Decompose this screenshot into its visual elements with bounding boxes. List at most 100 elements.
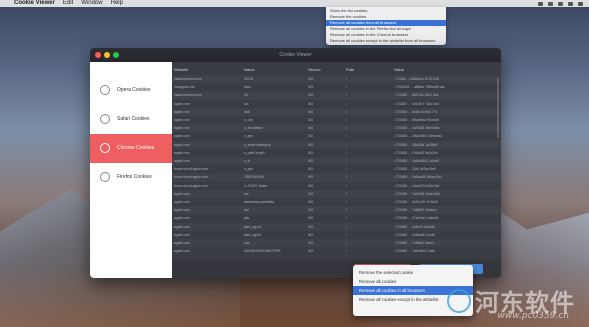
cell-value: =72345... c346ba1c 87321c5f xyxy=(394,77,439,81)
cell-secure: NO xyxy=(308,159,314,163)
column-header-secure[interactable]: Secure xyxy=(308,64,321,75)
table-row[interactable]: apple.com s_cvp NO / =723450 ... 0f8ae8da f9… xyxy=(172,116,501,124)
table-row[interactable]: forum.cloud.apple.com X-JCAPI-Token NO / =72… xyxy=(172,182,501,190)
column-header-name[interactable]: Name xyxy=(244,64,255,75)
table-row[interactable]: apple.com s_pathLength NO / =723450 ... f7a6… xyxy=(172,149,501,157)
table-row[interactable]: apple.com s_searchcategory NO / =723450 ... … xyxy=(172,141,501,149)
cell-path: / xyxy=(346,109,347,114)
table-body: stackoverflow.com GCLB NO / =72345... c346ba… xyxy=(172,75,501,253)
cell-name: s_searchcategory xyxy=(244,142,271,147)
cell-secure: NO xyxy=(308,142,314,147)
cell-value: =723450 ... f7a6d43 5a2c2a1 xyxy=(394,150,439,155)
table-row[interactable]: stackoverflow.com GCLB NO / =72345... c346ba… xyxy=(172,75,501,83)
table-row[interactable]: forum.cloud.apple.com JSESSIONID NO / =72345… xyxy=(172,173,501,181)
cell-value: =723457 ... b4a 8b7 7a2c ba1 xyxy=(394,101,440,106)
menu-window[interactable]: Window xyxy=(81,0,102,7)
cell-secure: NO xyxy=(308,216,314,221)
table-row[interactable]: apple.com piis NO / =723450 ... b7aef1a1 1a6… xyxy=(172,214,501,222)
cell-value: =723450 ... 2c6e19 5a1c8d xyxy=(394,224,436,229)
table-row[interactable]: apple.com NAVSESSIONIDSTORE NO / =723450 ...… xyxy=(172,247,501,253)
cell-value: =723450 ... a6f7c3c 8b11 6a1 xyxy=(394,93,439,98)
cell-path: / xyxy=(346,175,347,180)
app-menu[interactable]: Cookie Viewer xyxy=(14,0,55,7)
menubar-status-icons xyxy=(538,0,583,7)
cell-value: =723450 ... 1f6a1e8b1 6b9cea2 xyxy=(394,134,442,139)
status-wifi-icon[interactable] xyxy=(548,1,553,6)
cell-name: s_pathLength xyxy=(244,150,265,155)
sidebar-item-label: Safari Cookies xyxy=(117,116,150,122)
spotlight-icon[interactable] xyxy=(578,1,583,6)
cell-path: / xyxy=(346,241,347,245)
cell-secure: NO xyxy=(308,175,314,180)
table-row[interactable]: apple.com aid NO / =723450 ... 7c6fa82 2a3a1… xyxy=(172,206,501,214)
cell-path: / xyxy=(346,167,347,172)
cell-name: s_ppv xyxy=(244,134,254,139)
cell-name: s_vi xyxy=(244,159,251,163)
table-row[interactable]: apple.com jnse_sgh.ct NO / =723450 ... 2c6e1… xyxy=(172,223,501,231)
cell-name: NAVSESSIONIDSTORE xyxy=(244,249,281,253)
table-row[interactable]: forum.cloud.apple.com s_ppv NO / =723450 ...… xyxy=(172,165,501,173)
cell-value: =723450 ... 4a7fa38 4f6e3a9a xyxy=(394,126,440,131)
watermark-text-en: www.pc0359.cn xyxy=(497,311,569,321)
app-window: Cookie Viewer Opera Cookies Safari Cooki… xyxy=(90,48,501,278)
sidebar-item-opera[interactable]: Opera Cookies xyxy=(90,76,172,105)
table-row[interactable]: apple.com s_invariation NO / =723450 ... 4a7… xyxy=(172,124,501,132)
cell-website: forum.cloud.apple.com xyxy=(174,183,209,188)
cell-secure: NO xyxy=(308,150,314,155)
cell-name: jnse_sgh.ts xyxy=(244,232,262,237)
cell-value: =723450 ... b7aef1a1 1a6a3a xyxy=(394,216,439,221)
title-bar[interactable]: Cookie Viewer xyxy=(90,48,501,62)
menu-edit[interactable]: Edit xyxy=(63,0,73,7)
cell-name: cca xyxy=(244,241,250,245)
cell-value: =723450 ... 8cf4a 8c6b8 774 xyxy=(394,109,438,114)
cell-path: / xyxy=(346,134,347,139)
status-cookie-icon[interactable] xyxy=(538,1,543,6)
cell-website: forum.cloud.apple.com xyxy=(174,175,209,180)
table-row[interactable]: apple.com sid NO / =723457 ... b4a 8b7 7a2c … xyxy=(172,100,501,108)
column-header-value[interactable]: Value xyxy=(394,64,404,75)
status-battery-icon[interactable] xyxy=(558,1,563,6)
cell-value: =723450 ... 2c7b1d9 1f7a2c8 xyxy=(394,200,439,204)
cell-secure: NO xyxy=(308,241,314,245)
menu-help[interactable]: Help xyxy=(111,0,123,7)
cell-path: / xyxy=(346,159,347,163)
cell-website: apple.com xyxy=(174,126,190,131)
table-row[interactable]: instagram.net fixes NO / =7916253 ... a8f8ce… xyxy=(172,83,501,91)
sidebar-item-chrome[interactable]: Chrome Cookies xyxy=(90,134,172,163)
sidebar-item-safari[interactable]: Safari Cookies xyxy=(90,105,172,134)
cell-path: / xyxy=(346,93,347,98)
column-header-path[interactable]: Path xyxy=(346,64,354,75)
table-header: Website Name Secure Path Value xyxy=(172,64,501,75)
cell-value: =723450 ... 7a1fb28 3ea11a9b xyxy=(394,191,441,196)
cell-secure: NO xyxy=(308,224,314,229)
cell-path: / xyxy=(346,232,347,237)
table-row[interactable]: apple.com cca NO / =723450 ... 7c3f8a2 9a3c1 xyxy=(172,239,501,247)
chrome-icon xyxy=(100,143,110,153)
cell-secure: NO xyxy=(308,167,314,172)
cell-website: apple.com xyxy=(174,134,190,139)
cell-name: stdf xyxy=(244,109,250,114)
table-row[interactable]: apple.com sel NO / =723450 ... 7a1fb28 3ea11… xyxy=(172,190,501,198)
sidebar-item-firefox[interactable]: Firefox Cookies xyxy=(90,163,172,192)
table-scrollbar[interactable] xyxy=(497,78,499,138)
cell-path: / xyxy=(346,191,347,196)
remove-menu-item[interactable]: Remove the selected cookie xyxy=(353,268,473,277)
table-row[interactable]: apple.com jnse_sgh.ts NO / =723450 ... 1c6ea… xyxy=(172,231,501,239)
cell-path: / xyxy=(346,216,347,221)
table-row[interactable]: apple.com s_ppv NO / =723450 ... 1f6a1e8b1 6… xyxy=(172,132,501,140)
cell-secure: NO xyxy=(308,183,314,188)
cell-path: / xyxy=(346,183,347,188)
cell-secure: NO xyxy=(308,200,314,204)
cell-name: piis xyxy=(244,216,250,221)
table-row[interactable]: stackoverflow.com txt NO / =723450 ... a6f7c… xyxy=(172,91,501,99)
table-row[interactable]: apple.com s_vi NO / =723450 ... 3a8cd3b12 a1… xyxy=(172,157,501,165)
cell-value: =723450 ... 1f6a33d 1a2f8b9 xyxy=(394,142,438,147)
table-row[interactable]: apple.com stdf NO / =723450 ... 8cf4a 8c6b8 … xyxy=(172,108,501,116)
column-header-website[interactable]: Website xyxy=(174,64,188,75)
status-clock-icon[interactable] xyxy=(568,1,573,6)
cell-name: sid xyxy=(244,101,249,106)
cell-website: apple.com xyxy=(174,241,190,245)
cell-website: apple.com xyxy=(174,142,190,147)
cell-website: apple.com xyxy=(174,109,190,114)
table-row[interactable]: apple.com websessionprefdata NO / =723450 ..… xyxy=(172,198,501,206)
